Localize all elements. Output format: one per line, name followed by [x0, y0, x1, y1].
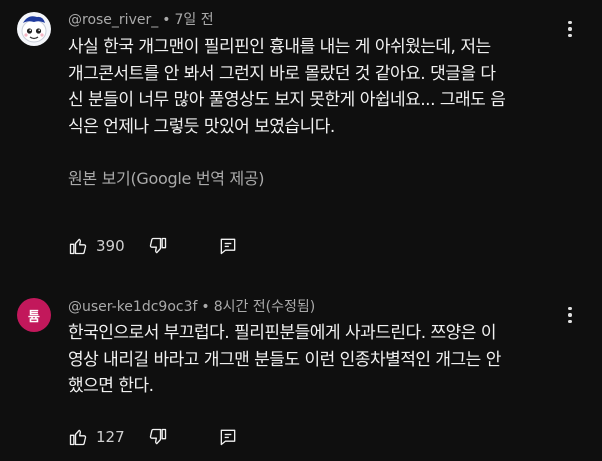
comment-meta: @rose_river_ • 7일 전: [68, 11, 214, 29]
like-button[interactable]: 390: [68, 236, 134, 256]
timestamp[interactable]: 7일 전: [175, 12, 214, 28]
comment-actions: 390: [68, 234, 238, 258]
dislike-button[interactable]: [148, 427, 168, 447]
comment-actions: 127: [68, 425, 238, 449]
comment-item: 튬 @user-ke1dc9oc3f • 8시간 전(수정됨) 한국인으로서 부끄럽…: [0, 280, 602, 461]
comment-item: @rose_river_ • 7일 전 사실 한국 개그맨이 필리핀인 흉내를 내는…: [0, 0, 602, 280]
author-handle[interactable]: @rose_river_: [68, 12, 158, 28]
thumbs-down-icon: [149, 237, 167, 254]
dislike-button[interactable]: [148, 236, 168, 256]
comment-text: 한국인으로서 부끄럽다. 필리핀분들에게 사과드린다. 쯔양은 이 영상 내리길…: [68, 323, 501, 397]
see-original-link[interactable]: 원본 보기(Google 번역 제공): [68, 169, 265, 189]
timestamp[interactable]: 8시간 전(수정됨): [214, 299, 316, 315]
thumbs-up-icon: [69, 429, 87, 446]
like-count: 127: [96, 428, 125, 446]
meta-separator: •: [201, 299, 210, 315]
author-handle[interactable]: @user-ke1dc9oc3f: [68, 299, 197, 315]
reply-button[interactable]: [218, 236, 238, 256]
meta-separator: •: [162, 12, 171, 28]
comment-meta: @user-ke1dc9oc3f • 8시간 전(수정됨): [68, 298, 315, 316]
cartoon-character-avatar-icon: [17, 12, 51, 46]
avatar[interactable]: 튬: [17, 298, 51, 332]
reply-icon: [220, 429, 236, 446]
comment-text: 사실 한국 개그맨이 필리핀인 흉내를 내는 게 아쉬웠는데, 저는 개그콘서트…: [68, 37, 506, 137]
avatar[interactable]: [17, 12, 51, 46]
thumbs-up-icon: [69, 238, 87, 255]
like-button[interactable]: 127: [68, 427, 134, 447]
thumbs-down-icon: [149, 428, 167, 445]
reply-button[interactable]: [218, 427, 238, 447]
reply-icon: [220, 238, 236, 255]
like-count: 390: [96, 237, 125, 255]
